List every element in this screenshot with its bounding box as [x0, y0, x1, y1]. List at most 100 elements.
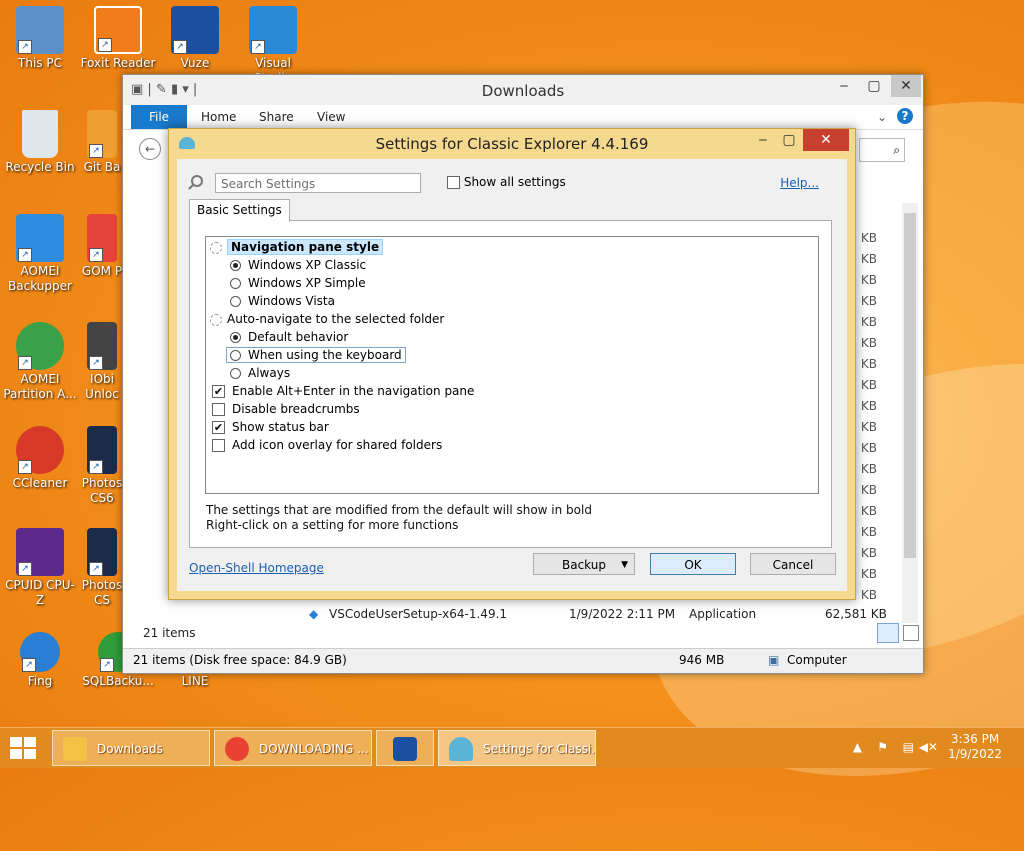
help-link[interactable]: Help... [780, 176, 819, 190]
file-row[interactable]: ◆ VSCodeUserSetup-x64-1.49.1 1/9/2022 2:… [309, 607, 909, 625]
settings-tree[interactable]: Navigation pane style Windows XP Classic… [205, 236, 819, 494]
file-size-unit: KB [860, 336, 877, 350]
desktop-icon-this-pc[interactable]: ↗ This PC [2, 6, 78, 71]
file-size-unit: KB [860, 546, 877, 560]
file-size-unit: KB [860, 315, 877, 329]
help-icon[interactable]: ? [897, 108, 913, 124]
checkbox[interactable] [212, 439, 225, 452]
desktop-icon-label: LINE [181, 674, 209, 688]
checkbox-checked[interactable]: ✔ [212, 385, 225, 398]
radio[interactable] [230, 368, 241, 379]
close-button[interactable]: ✕ [891, 75, 921, 97]
file-size-unit: KB [860, 462, 877, 476]
maximize-button[interactable]: ▢ [859, 75, 889, 97]
radio-xp-simple[interactable]: Windows XP Simple [230, 274, 366, 292]
close-button[interactable]: ✕ [803, 129, 849, 151]
radio-always[interactable]: Always [230, 364, 290, 382]
file-size-unit: KB [860, 231, 877, 245]
search-icon[interactable]: ⌕ [859, 138, 905, 162]
radio[interactable] [230, 296, 241, 307]
setting-nav-style[interactable]: Navigation pane style [210, 238, 384, 256]
file-size: 62,581 KB [825, 607, 887, 621]
vertical-scrollbar[interactable] [902, 203, 918, 623]
computer-icon: ▣ [768, 653, 780, 667]
checkbox-checked[interactable]: ✔ [212, 421, 225, 434]
radio[interactable] [230, 278, 241, 289]
file-size-unit: KB [860, 504, 877, 518]
file-size-unit: KB [860, 588, 877, 602]
thumbnails-view-icon[interactable] [903, 625, 919, 641]
open-shell-homepage-link[interactable]: Open-Shell Homepage [189, 561, 324, 575]
backup-label: Backup [562, 558, 606, 572]
ok-button[interactable]: OK [650, 553, 736, 575]
radio-default-behavior[interactable]: Default behavior [230, 328, 348, 346]
desktop-icon-gom-player[interactable]: ↗ GOM P [80, 214, 124, 279]
tab-file[interactable]: File [131, 105, 187, 129]
desktop-icon-photoshop-cs6[interactable]: ↗ Photos CS6 [80, 426, 124, 506]
desktop-icon-cpu-z[interactable]: ↗ CPUID CPU-Z [2, 528, 78, 608]
desktop-icon-aomei-backupper[interactable]: ↗ AOMEI Backupper [2, 214, 78, 294]
status-bar: 21 items (Disk free space: 84.9 GB) 946 … [123, 648, 923, 673]
desktop-icon-recycle-bin[interactable]: Recycle Bin [2, 110, 78, 175]
cancel-button[interactable]: Cancel [750, 553, 836, 575]
desktop-icon-git-bash[interactable]: ↗ Git Ba [80, 110, 124, 175]
taskbar-item-vuze[interactable] [376, 730, 434, 766]
desktop-icon-label: CCleaner [12, 476, 68, 490]
file-size-unit: KB [860, 420, 877, 434]
tab-view[interactable]: View [317, 110, 345, 124]
desktop-icon-label: Git Ba [83, 160, 121, 174]
desktop-icon-aomei-partition[interactable]: ↗ AOMEI Partition A... [2, 322, 78, 402]
radio-vista[interactable]: Windows Vista [230, 292, 335, 310]
speaker-muted-icon[interactable]: ◀✕ [919, 740, 938, 754]
chevron-down-icon[interactable]: ⌄ [877, 110, 887, 124]
photoshop-icon: ↗ [87, 528, 117, 576]
taskbar-item-chrome[interactable]: DOWNLOADING ... [214, 730, 372, 766]
taskbar-item-settings[interactable]: Settings for Classi... [438, 730, 596, 766]
radio-xp-classic[interactable]: Windows XP Classic [230, 256, 366, 274]
radio-when-using-keyboard[interactable]: When using the keyboard [226, 346, 406, 364]
gom-icon: ↗ [87, 214, 117, 262]
checkbox-icon-overlay[interactable]: Add icon overlay for shared folders [212, 436, 442, 454]
desktop-icon-label: Vuze [180, 56, 210, 70]
network-icon[interactable]: ▤ [903, 740, 914, 754]
tab-basic-settings[interactable]: Basic Settings [189, 199, 290, 222]
checkbox[interactable] [447, 176, 460, 189]
checkbox[interactable] [212, 403, 225, 416]
desktop-icon-label: AOMEI Partition A... [3, 372, 77, 401]
search-input[interactable]: Search Settings [215, 173, 421, 193]
taskbar-item-downloads[interactable]: Downloads [52, 730, 210, 766]
desktop-icon-foxit-reader[interactable]: ↗ Foxit Reader [80, 6, 156, 71]
radio[interactable] [230, 350, 241, 361]
checkbox-disable-breadcrumbs[interactable]: Disable breadcrumbs [212, 400, 360, 418]
system-clock[interactable]: 3:36 PM 1/9/2022 [948, 732, 1002, 762]
tab-home[interactable]: Home [201, 110, 236, 124]
setting-auto-navigate[interactable]: Auto-navigate to the selected folder [210, 310, 444, 328]
flag-icon[interactable]: ⚑ [877, 740, 888, 754]
desktop-icon-photoshop-cs[interactable]: ↗ Photos CS [80, 528, 124, 608]
checkbox-alt-enter[interactable]: ✔ Enable Alt+Enter in the navigation pane [212, 382, 474, 400]
show-all-settings-checkbox[interactable]: Show all settings [447, 175, 566, 189]
desktop-icon-vuze[interactable]: ↗ Vuze [157, 6, 233, 71]
chevron-up-icon[interactable]: ▲ [853, 740, 862, 754]
desktop-icon-label: Fing [27, 674, 53, 688]
details-view-icon[interactable] [877, 623, 899, 643]
desktop-icon-fing[interactable]: ↗ Fing [2, 632, 78, 689]
radio-selected[interactable] [230, 332, 241, 343]
shield-icon: ↗ [16, 322, 64, 370]
search-icon [191, 175, 203, 187]
clock-time: 3:36 PM [950, 732, 1000, 746]
maximize-button[interactable]: ▢ [775, 129, 803, 151]
checkbox-show-status-bar[interactable]: ✔ Show status bar [212, 418, 329, 436]
minimize-button[interactable]: ‒ [829, 75, 859, 97]
setting-label: Auto-navigate to the selected folder [227, 312, 445, 326]
scrollbar-thumb[interactable] [904, 213, 916, 558]
tab-share[interactable]: Share [259, 110, 294, 124]
back-arrow-icon[interactable]: ← [139, 138, 161, 160]
backup-button[interactable]: Backup ▼ [533, 553, 635, 575]
note-right-click: Right-click on a setting for more functi… [206, 518, 459, 532]
desktop-icon-ccleaner[interactable]: ↗ CCleaner [2, 426, 78, 491]
minimize-button[interactable]: ‒ [749, 129, 777, 151]
radio-selected[interactable] [230, 260, 241, 271]
windows-start-button[interactable] [10, 737, 38, 761]
desktop-icon-iobit-unlocker[interactable]: ↗ IObi Unloc [80, 322, 124, 402]
